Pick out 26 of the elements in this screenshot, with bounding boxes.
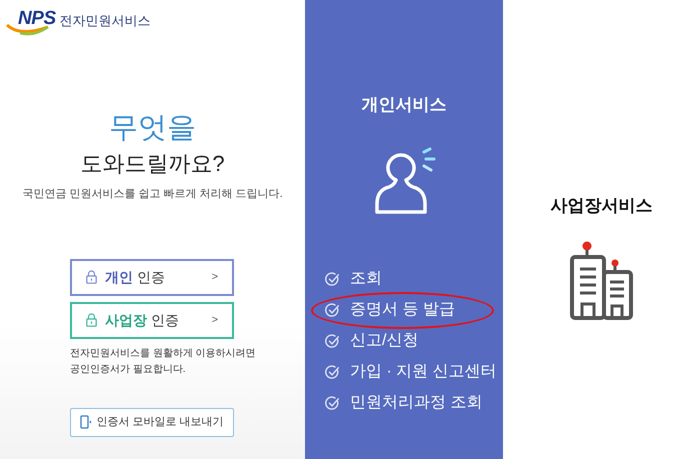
logo-brand[interactable]: NPS [18,9,56,28]
check-circle-icon [325,302,340,318]
export-button[interactable]: 인증서 모바일로 내보내기 [70,408,234,436]
hero-title: 무엇을 [109,114,196,143]
check-circle-icon [325,334,340,348]
notice-text: 전자민원서비스를 원활하게 이용하시려면 공인인증서가 필요합니다. [70,346,256,376]
service-menu-item[interactable]: 증명서 등 발급 [325,298,503,322]
panel-title: 사업장서비스 [550,195,652,217]
hero-subtitle: 도와드릴까요? [80,153,225,175]
swoosh-icon [6,23,50,37]
service-menu-item[interactable]: 신고/신청 [325,330,503,352]
check-circle-icon [325,272,340,286]
phone-icon [80,415,92,429]
auth-button[interactable]: 사업장 인증 > [70,302,234,338]
check-circle-icon [325,364,340,380]
logo-title: 전자민원서비스 [60,14,151,27]
hero-description: 국민연금 민원서비스를 쉽고 빠르게 처리해 드립니다. [22,187,283,202]
check-circle-icon [325,396,340,410]
service-menu-item[interactable]: 민원처리과정 조회 [325,392,503,414]
service-menu-item[interactable]: 가입 · 지원 신고센터 [325,360,503,384]
lock-icon [86,270,97,284]
panel-title: 개인서비스 [360,94,448,116]
buildings-icon [570,240,634,320]
lock-icon [86,313,97,327]
service-menu-item[interactable]: 조회 [325,268,503,290]
auth-button[interactable]: 개인 인증 > [70,258,234,296]
